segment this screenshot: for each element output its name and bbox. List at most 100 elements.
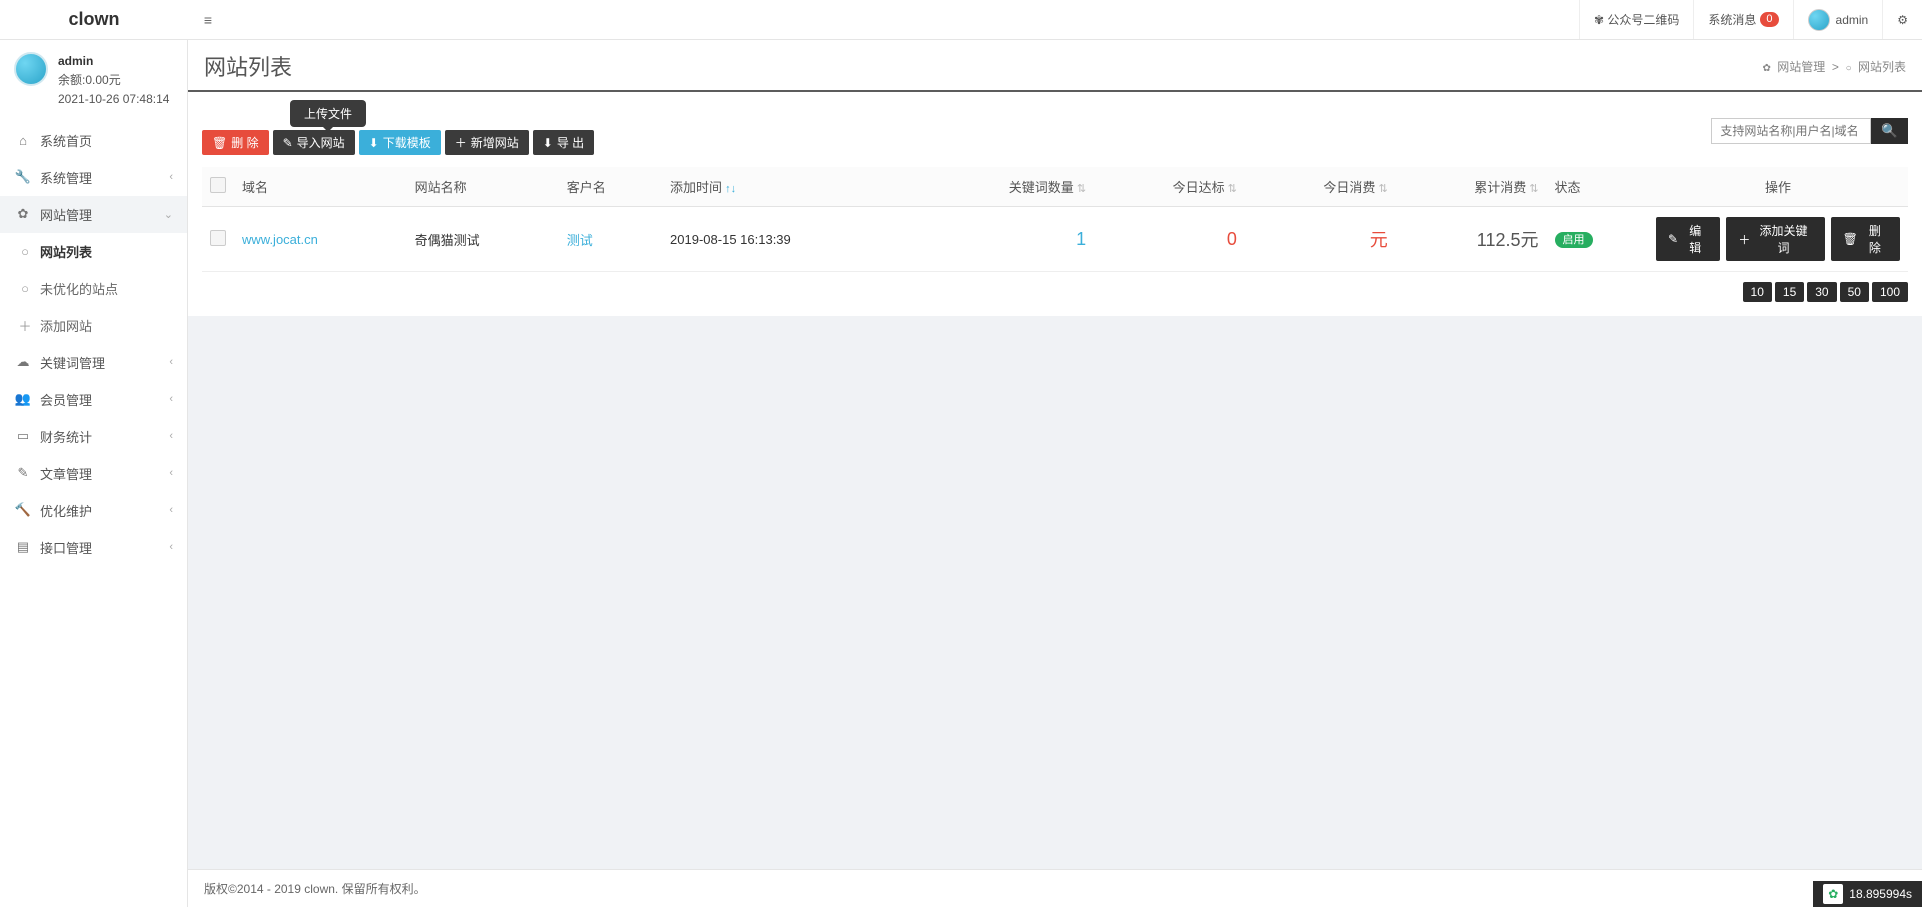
cloud-icon: ☁ xyxy=(14,354,32,370)
customer-link[interactable]: 测试 xyxy=(567,233,593,248)
button-label: 编 辑 xyxy=(1682,222,1708,256)
select-all-checkbox[interactable] xyxy=(210,177,226,193)
col-today-cost[interactable]: 今日消费 xyxy=(1245,167,1396,207)
sidebar-item-member[interactable]: 👥会员管理‹ xyxy=(0,381,187,418)
cell-today-cost: 元 xyxy=(1370,230,1388,250)
col-domain[interactable]: 域名 xyxy=(234,167,407,207)
circle-icon: ○ xyxy=(1846,63,1852,74)
table-row: www.jocat.cn 奇偶猫测试 测试 2019-08-15 16:13:3… xyxy=(202,207,1908,272)
sidebar-item-article[interactable]: ✎ 文章管理 ‹ xyxy=(0,455,187,492)
download-icon: ⬇ xyxy=(369,136,379,150)
breadcrumb-item[interactable]: 网站管理 xyxy=(1777,60,1825,74)
leaf-icon: ✿ xyxy=(1823,884,1843,904)
cell-today-reach: 0 xyxy=(1227,229,1237,249)
chevron-left-icon: ‹ xyxy=(169,467,173,479)
sidebar-item-home[interactable]: ⌂ 系统首页 xyxy=(0,122,187,159)
edit-icon: ✎ xyxy=(14,465,32,481)
gear-icon: ✿ xyxy=(14,206,32,222)
cell-site-name: 奇偶猫测试 xyxy=(407,207,559,272)
page-size-50[interactable]: 50 xyxy=(1840,282,1869,302)
circle-icon: ○ xyxy=(18,281,32,296)
sidebar-time: 2021-10-26 07:48:14 xyxy=(58,90,169,109)
sidebar-toggle-button[interactable]: ≡ xyxy=(188,12,228,28)
avatar-icon xyxy=(1808,9,1830,31)
col-today-reach[interactable]: 今日达标 xyxy=(1094,167,1245,207)
performance-time: 18.895994s xyxy=(1849,887,1912,901)
chevron-left-icon: ‹ xyxy=(169,171,173,183)
sidebar-item-site[interactable]: ✿网站管理⌄ xyxy=(0,196,187,233)
chevron-left-icon: ‹ xyxy=(169,430,173,442)
sidebar-sub-add-site[interactable]: ＋ 添加网站 xyxy=(0,307,187,344)
cell-keyword-count: 1 xyxy=(1076,229,1086,249)
button-label: 删 除 xyxy=(1862,222,1888,256)
delete-button[interactable]: 🗑删 除 xyxy=(202,130,269,155)
search-input[interactable] xyxy=(1711,118,1871,144)
wechat-label: 公众号二维码 xyxy=(1607,11,1679,28)
sidebar-sub-site-list[interactable]: ○网站列表 xyxy=(0,233,187,270)
chevron-left-icon: ‹ xyxy=(169,504,173,516)
sidebar-item-keyword[interactable]: ☁关键词管理‹ xyxy=(0,344,187,381)
col-total-cost[interactable]: 累计消费 xyxy=(1396,167,1547,207)
plus-icon: ＋ xyxy=(455,134,467,151)
sidebar-item-label: 未优化的站点 xyxy=(40,279,118,298)
sidebar-item-label: 接口管理 xyxy=(40,538,92,557)
export-button[interactable]: ⬇导 出 xyxy=(533,130,594,155)
trash-icon: 🗑 xyxy=(1843,232,1858,246)
user-menu[interactable]: admin xyxy=(1793,0,1883,39)
col-status: 状态 xyxy=(1547,167,1648,207)
add-site-button[interactable]: ＋新增网站 xyxy=(445,130,529,155)
page-size-selector: 10 15 30 50 100 xyxy=(202,282,1908,302)
search-icon: 🔍 xyxy=(1881,123,1898,139)
footer-copyright: 版权©2014 - 2019 clown. 保留所有权利。 xyxy=(188,869,1922,907)
edit-button[interactable]: ✎编 辑 xyxy=(1656,217,1720,261)
system-message-button[interactable]: 系统消息 0 xyxy=(1693,0,1792,39)
sidebar-item-label: 系统首页 xyxy=(40,131,92,150)
breadcrumb-sep: > xyxy=(1832,60,1839,74)
page-size-30[interactable]: 30 xyxy=(1807,282,1836,302)
sidebar-sub-unoptimized[interactable]: ○ 未优化的站点 xyxy=(0,270,187,307)
sidebar-balance: 余额:0.00元 xyxy=(58,71,169,90)
page-size-15[interactable]: 15 xyxy=(1775,282,1804,302)
status-badge: 启用 xyxy=(1555,232,1593,248)
trash-icon: 🗑 xyxy=(212,136,227,150)
page-size-100[interactable]: 100 xyxy=(1872,282,1908,302)
col-customer[interactable]: 客户名 xyxy=(559,167,662,207)
add-keyword-button[interactable]: ＋添加关键词 xyxy=(1726,217,1824,261)
sidebar-item-finance[interactable]: ▭财务统计‹ xyxy=(0,418,187,455)
sidebar-item-api[interactable]: ▤接口管理‹ xyxy=(0,529,187,566)
settings-button[interactable]: ⚙ xyxy=(1882,0,1922,39)
page-size-10[interactable]: 10 xyxy=(1743,282,1772,302)
sidebar-user-block: admin 余额:0.00元 2021-10-26 07:48:14 xyxy=(0,40,187,122)
sidebar-item-label: 系统管理 xyxy=(40,168,92,187)
download-icon: ⬇ xyxy=(543,136,553,150)
gear-icon: ✿ xyxy=(1762,63,1770,74)
wechat-qrcode-button[interactable]: ✾ 公众号二维码 xyxy=(1579,0,1693,39)
wrench-icon: 🔧 xyxy=(14,169,32,185)
col-site-name[interactable]: 网站名称 xyxy=(407,167,559,207)
sidebar-item-label: 优化维护 xyxy=(40,501,92,520)
performance-badge[interactable]: ✿ 18.895994s xyxy=(1813,881,1922,907)
sidebar-item-system[interactable]: 🔧 系统管理 ‹ xyxy=(0,159,187,196)
col-keyword-count[interactable]: 关键词数量 xyxy=(919,167,1094,207)
domain-link[interactable]: www.jocat.cn xyxy=(242,232,318,247)
home-icon: ⌂ xyxy=(14,133,32,148)
col-add-time[interactable]: 添加时间 xyxy=(662,167,919,207)
edit-icon: ✎ xyxy=(283,136,293,150)
tool-icon: 🔨 xyxy=(14,502,32,518)
users-icon: 👥 xyxy=(14,391,32,407)
brand: clown xyxy=(0,9,188,30)
book-icon: ▤ xyxy=(14,539,32,555)
search-button[interactable]: 🔍 xyxy=(1871,118,1908,144)
plus-icon: ＋ xyxy=(18,316,32,335)
sidebar-item-label: 文章管理 xyxy=(40,464,92,483)
cell-total-cost: 112.5元 xyxy=(1477,230,1539,250)
sidebar-item-label: 添加网站 xyxy=(40,316,92,335)
download-template-button[interactable]: ⬇ 下载模板 xyxy=(359,130,441,155)
row-delete-button[interactable]: 🗑 删 除 xyxy=(1831,217,1900,261)
import-button[interactable]: ✎导入网站 xyxy=(273,130,355,155)
button-label: 下载模板 xyxy=(383,134,431,151)
user-name: admin xyxy=(1836,13,1869,27)
gear-icon: ⚙ xyxy=(1897,13,1908,27)
sidebar-item-optimize[interactable]: 🔨 优化维护 ‹ xyxy=(0,492,187,529)
row-checkbox[interactable] xyxy=(210,230,226,246)
